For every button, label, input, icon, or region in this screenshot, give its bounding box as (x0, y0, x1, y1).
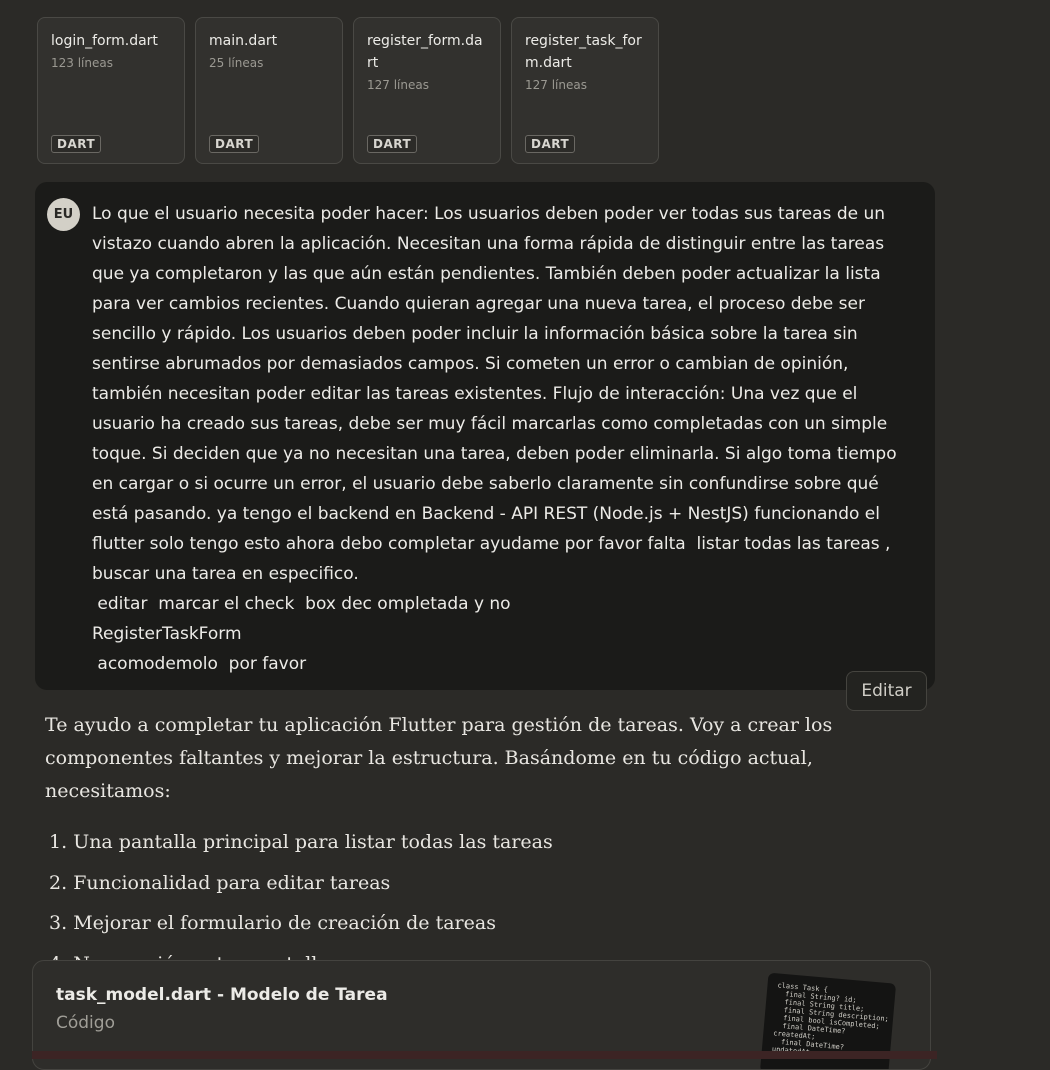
list-number: 3. (49, 912, 68, 934)
edit-message-button[interactable]: Editar (846, 671, 927, 711)
file-name: login_form.dart (51, 33, 158, 49)
assistant-intro: Te ayudo a completar tu aplicación Flutt… (45, 714, 833, 802)
user-avatar: EU (47, 198, 80, 231)
user-message-text: Lo que el usuario necesita poder hacer: … (92, 204, 897, 674)
file-type-badge: DART (367, 135, 418, 153)
list-item: 3. Mejorar el formulario de creación de … (49, 903, 935, 944)
artifact-title: task_model.dart - Modelo de Tarea (56, 985, 388, 1005)
file-type-badge: DART (209, 135, 260, 153)
list-number: 2. (49, 871, 68, 894)
attached-files: login_form.dart 123 líneas DART main.dar… (37, 17, 659, 164)
list-item: 1. Una pantalla principal para listar to… (49, 822, 935, 863)
list-text: Mejorar el formulario de creación de tar… (73, 912, 496, 934)
file-line-count: 25 líneas (209, 56, 264, 70)
artifact-type: Código (56, 1013, 115, 1033)
bottom-bar (32, 1051, 937, 1059)
file-type-badge: DART (525, 135, 576, 153)
file-name: register_task_form.dart (525, 33, 642, 71)
file-name: register_form.dart (367, 33, 483, 71)
file-card-register-task-form[interactable]: register_task_form.dart 127 líneas DART (511, 17, 659, 164)
file-line-count: 127 líneas (525, 78, 587, 92)
file-card-main[interactable]: main.dart 25 líneas DART (195, 17, 343, 164)
list-number: 1. (49, 831, 68, 853)
file-card-login-form[interactable]: login_form.dart 123 líneas DART (37, 17, 185, 164)
assistant-message: Te ayudo a completar tu aplicación Flutt… (45, 709, 935, 984)
file-type-badge: DART (51, 135, 102, 153)
list-text: Una pantalla principal para listar todas… (73, 831, 553, 853)
user-message: EU Lo que el usuario necesita poder hace… (35, 182, 935, 690)
list-text: Funcionalidad para editar tareas (73, 871, 391, 894)
file-line-count: 127 líneas (367, 78, 429, 92)
file-card-register-form[interactable]: register_form.dart 127 líneas DART (353, 17, 501, 164)
file-line-count: 123 líneas (51, 56, 113, 70)
file-name: main.dart (209, 33, 278, 49)
list-item: 2. Funcionalidad para editar tareas (49, 863, 935, 904)
